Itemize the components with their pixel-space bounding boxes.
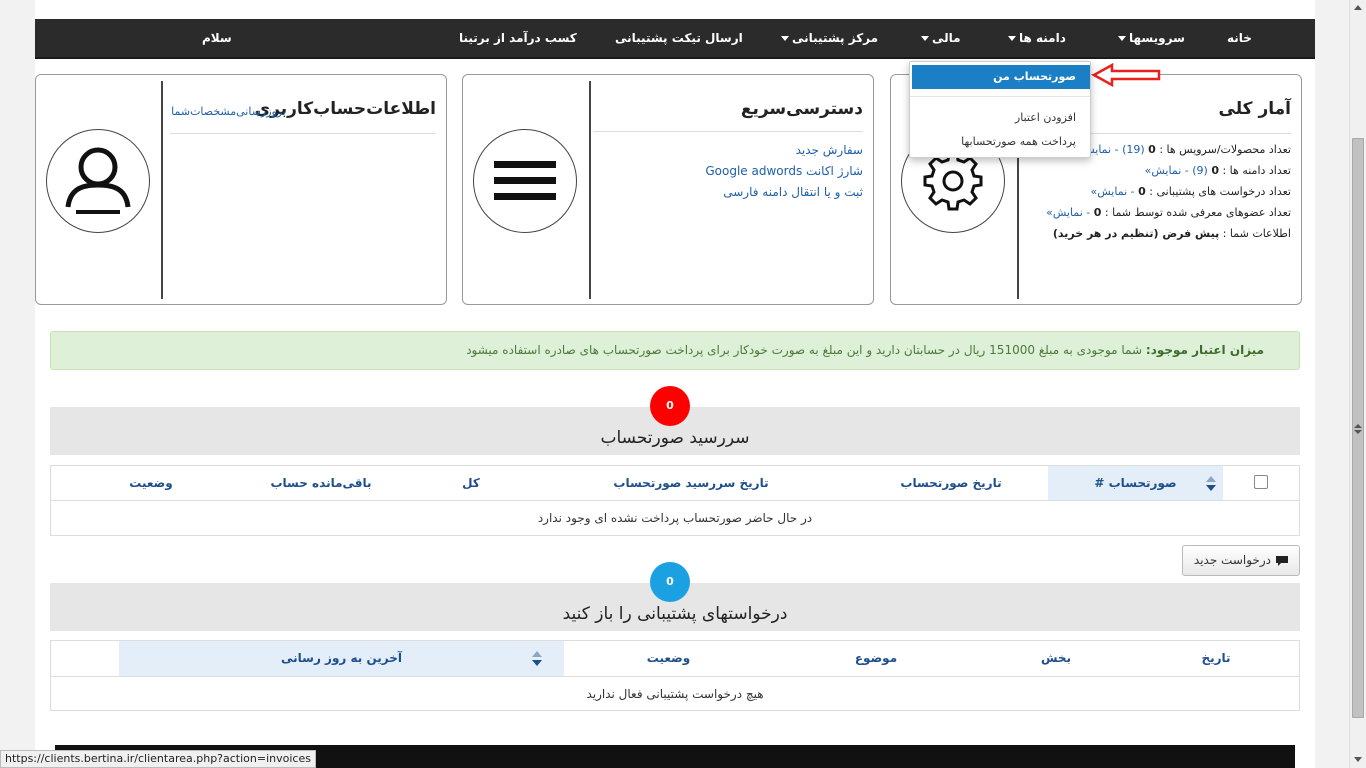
stat-referrals: تعداد عضوهای معرفی شده توسط شما : 0 - نم… [1046,206,1291,219]
stat-referrals-count: 0 [1093,206,1102,219]
quick-icon-circle [473,129,577,233]
chevron-down-icon [1118,36,1126,41]
stat-domains-link[interactable]: - نمایش» [1145,164,1189,177]
tickets-table: تاریخ بخش موضوع وضعیت آخرین به روز رسانی… [50,640,1300,711]
quick-access-panel: دسترسی‌سریع سفارش جدید شارژ اکانت Google… [462,74,874,305]
alert-text: شما موجودی به مبلغ 151000 ریال در حسابتا… [466,343,1143,357]
col-invoice-date[interactable]: تاریخ صورتحساب [851,466,1051,501]
nav-greeting: سلام [202,31,232,45]
stat-products-active: 0 [1148,143,1156,156]
panel-divider [589,81,591,299]
arrow-left-icon [1092,63,1161,87]
menu-item-add-funds[interactable]: افزودن اعتبار [1015,111,1076,124]
col-status[interactable]: وضعیت [111,466,191,501]
tickets-count-badge: 0 [650,562,690,602]
quick-link-persian-domain[interactable]: ثبت و یا انتقال دامنه فارسی [723,185,863,199]
stat-domains-active: 0 [1211,164,1219,177]
stat-tickets-link[interactable]: - نمایش» [1091,185,1135,198]
nav-open-ticket[interactable]: ارسال تیکت پشتیبانی [615,19,743,59]
row-divider [51,676,1299,677]
credit-alert: میزان اعتبار موجود: شما موجودی به مبلغ 1… [50,331,1300,370]
chevron-down-icon [1008,36,1016,41]
invoices-table: صورتحساب # تاریخ صورتحساب تاریخ سررسید ص… [50,465,1300,536]
nav-domains[interactable]: دامنه ها [1008,19,1066,59]
scrollbar-thumb[interactable] [1352,138,1364,718]
account-update-link[interactable]: بروزرسانی‌مشخصات‌شما [171,105,286,118]
col-invoice-number[interactable]: صورتحساب # [1048,466,1223,501]
stat-domains: تعداد دامنه ها : 0 (9) - نمایش» [1145,164,1291,177]
stat-referrals-label: تعداد عضوهای معرفی شده توسط شما : [1104,206,1291,219]
browser-status-url: https://clients.bertina.ir/clientarea.ph… [0,750,316,768]
invoices-empty-message: در حال حاضر صورتحساب پرداخت نشده ای وجود… [537,511,813,525]
comment-icon [1276,555,1288,566]
sort-icon [1206,476,1216,492]
account-panel: اطلاعات‌حساب‌کاربری بروزرسانی‌مشخصات‌شما [35,74,447,305]
quick-link-adwords[interactable]: شارژ اکانت Google adwords [705,164,863,178]
main-nav: خانه سرویسها دامنه ها مالی مرکز پشتیبانی… [35,19,1315,59]
stat-info-value: پیش فرض (تنظیم در هر خرید) [1052,227,1220,240]
col-ticket-status[interactable]: وضعیت [611,641,726,676]
account-icon-circle [46,129,150,233]
tickets-empty-message: هیچ درخواست پشتیبانی فعال ندارید [586,687,764,701]
new-ticket-button[interactable]: درخواست جدید [1182,545,1300,576]
nav-services-label: سرویسها [1129,31,1185,45]
invoices-title: سررسید صورتحساب [600,428,750,448]
alert-label: میزان اعتبار موجود: [1145,343,1264,357]
user-icon [65,147,131,214]
stat-info-label: اطلاعات شما : [1222,227,1291,240]
scroll-down-icon [1354,430,1362,434]
menu-item-my-invoices[interactable]: صورتحساب من [912,65,1090,89]
col-total[interactable]: کل [431,466,511,501]
stat-tickets-label: تعداد درخواست های پشتیبانی : [1149,185,1291,198]
nav-home[interactable]: خانه [1227,19,1252,59]
stats-panel-title: آمار کلی [1218,99,1291,119]
stat-products: تعداد محصولات/سرویس ها : 0 (19) - نمایش [1081,143,1291,156]
col-date[interactable]: تاریخ [1161,641,1271,676]
select-all-checkbox[interactable] [1254,475,1268,489]
new-ticket-label: درخواست جدید [1193,553,1271,567]
stat-tickets: تعداد درخواست های پشتیبانی : 0 - نمایش» [1091,185,1291,198]
vertical-scrollbar[interactable] [1349,0,1366,768]
menu-divider [910,96,1090,97]
tickets-title: درخواستهای پشتیبانی را باز کنید [562,604,788,624]
col-balance[interactable]: باقی‌مانده حساب [251,466,391,501]
scroll-down-icon[interactable] [1354,757,1362,762]
stat-info: اطلاعات شما : پیش فرض (تنظیم در هر خرید) [1053,227,1291,240]
stat-domains-label: تعداد دامنه ها : [1222,164,1291,177]
panel-divider [161,81,163,299]
invoices-count-badge: 0 [650,386,690,426]
nav-services[interactable]: سرویسها [1118,19,1185,59]
stat-domains-total: (9) [1192,164,1208,177]
divider [593,131,863,132]
nav-support-center[interactable]: مرکز پشتیبانی [781,19,878,59]
nav-billing-label: مالی [932,31,961,45]
stat-products-total: (19) [1122,143,1145,156]
quick-panel-title: دسترسی‌سریع [740,99,863,119]
stat-products-label: تعداد محصولات/سرویس ها : [1159,143,1291,156]
menu-icon [494,161,556,200]
nav-support-label: مرکز پشتیبانی [792,31,879,45]
nav-affiliates[interactable]: کسب درآمد از برتینا [459,19,577,59]
col-due-date[interactable]: تاریخ سررسید صورتحساب [566,466,816,501]
scroll-up-icon [1354,424,1362,428]
nav-domains-label: دامنه ها [1019,31,1066,45]
sort-icon [532,651,542,667]
col-department[interactable]: بخش [1011,641,1101,676]
chevron-down-icon [781,36,789,41]
quick-link-new-order[interactable]: سفارش جدید [796,143,863,157]
col-subject[interactable]: موضوع [821,641,931,676]
divider [170,133,436,134]
chevron-down-icon [921,36,929,41]
menu-item-mass-pay[interactable]: پرداخت همه صورتحسابها [961,135,1076,148]
col-last-update[interactable]: آخرین به روز رسانی [119,641,564,676]
stat-tickets-count: 0 [1138,185,1146,198]
stat-referrals-link[interactable]: - نمایش» [1046,206,1090,219]
scroll-up-icon[interactable] [1354,5,1362,10]
nav-billing[interactable]: مالی [921,19,961,59]
billing-dropdown: صورتحساب من افزودن اعتبار پرداخت همه صور… [909,61,1091,158]
row-divider [51,500,1299,501]
